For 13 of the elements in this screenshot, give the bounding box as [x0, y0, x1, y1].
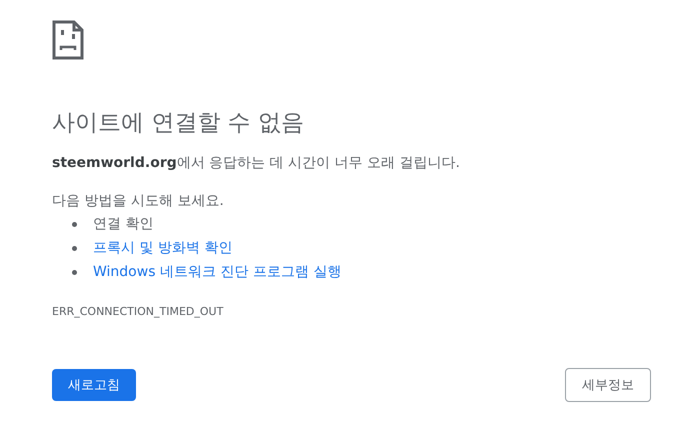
suggestion-link[interactable]: 프록시 및 방화벽 확인	[93, 239, 232, 257]
sad-page-icon	[52, 20, 84, 60]
reload-button[interactable]: 새로고침	[52, 369, 136, 401]
suggestions-heading: 다음 방법을 시도해 보세요.	[52, 192, 224, 211]
bullet-icon	[72, 270, 77, 274]
bullet-icon	[72, 246, 77, 250]
suggestion-text: 연결 확인	[93, 215, 154, 233]
error-title: 사이트에 연결할 수 없음	[52, 109, 304, 138]
bullet-icon	[72, 222, 77, 226]
suggestion-link[interactable]: Windows 네트워크 진단 프로그램 실행	[93, 263, 342, 281]
error-message: steemworld.org에서 응답하는 데 시간이 너무 오래 걸립니다.	[52, 154, 460, 173]
details-button[interactable]: 세부정보	[565, 368, 651, 402]
error-code: ERR_CONNECTION_TIMED_OUT	[52, 304, 224, 320]
